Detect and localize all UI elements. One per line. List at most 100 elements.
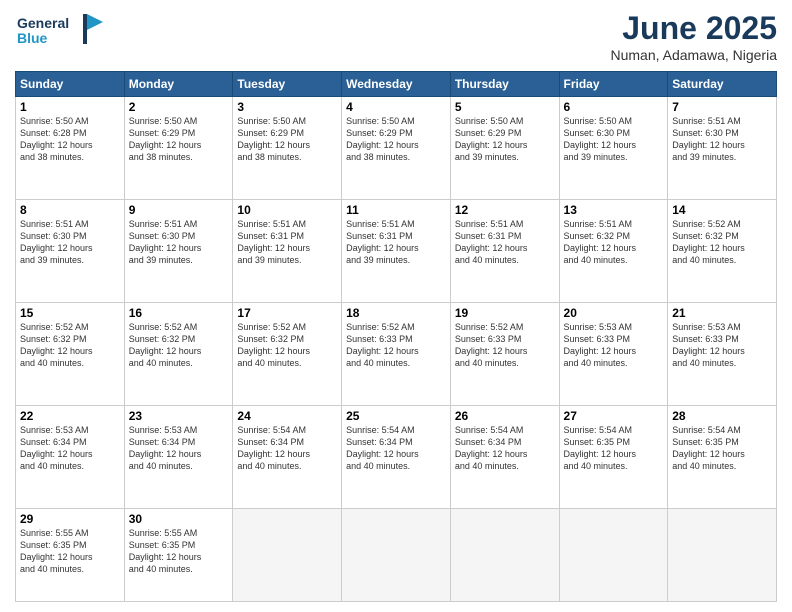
day-number: 8 <box>20 203 120 217</box>
day-detail: Sunrise: 5:51 AM Sunset: 6:30 PM Dayligh… <box>20 218 120 267</box>
calendar-cell: 11Sunrise: 5:51 AM Sunset: 6:31 PM Dayli… <box>342 199 451 302</box>
calendar-cell: 29Sunrise: 5:55 AM Sunset: 6:35 PM Dayli… <box>16 508 125 601</box>
calendar-cell <box>668 508 777 601</box>
calendar-cell: 8Sunrise: 5:51 AM Sunset: 6:30 PM Daylig… <box>16 199 125 302</box>
day-detail: Sunrise: 5:52 AM Sunset: 6:32 PM Dayligh… <box>237 321 337 370</box>
day-number: 7 <box>672 100 772 114</box>
day-detail: Sunrise: 5:50 AM Sunset: 6:30 PM Dayligh… <box>564 115 664 164</box>
calendar-cell: 28Sunrise: 5:54 AM Sunset: 6:35 PM Dayli… <box>668 405 777 508</box>
header-wednesday: Wednesday <box>342 72 451 97</box>
week-row-4: 22Sunrise: 5:53 AM Sunset: 6:34 PM Dayli… <box>16 405 777 508</box>
day-detail: Sunrise: 5:55 AM Sunset: 6:35 PM Dayligh… <box>20 527 120 576</box>
day-number: 20 <box>564 306 664 320</box>
day-number: 9 <box>129 203 229 217</box>
day-detail: Sunrise: 5:55 AM Sunset: 6:35 PM Dayligh… <box>129 527 229 576</box>
header-monday: Monday <box>124 72 233 97</box>
calendar-cell: 16Sunrise: 5:52 AM Sunset: 6:32 PM Dayli… <box>124 302 233 405</box>
day-detail: Sunrise: 5:51 AM Sunset: 6:31 PM Dayligh… <box>237 218 337 267</box>
day-detail: Sunrise: 5:52 AM Sunset: 6:33 PM Dayligh… <box>455 321 555 370</box>
day-detail: Sunrise: 5:54 AM Sunset: 6:35 PM Dayligh… <box>564 424 664 473</box>
calendar-cell: 2Sunrise: 5:50 AM Sunset: 6:29 PM Daylig… <box>124 97 233 200</box>
day-number: 21 <box>672 306 772 320</box>
day-number: 26 <box>455 409 555 423</box>
day-detail: Sunrise: 5:54 AM Sunset: 6:35 PM Dayligh… <box>672 424 772 473</box>
day-detail: Sunrise: 5:51 AM Sunset: 6:30 PM Dayligh… <box>672 115 772 164</box>
calendar-cell: 23Sunrise: 5:53 AM Sunset: 6:34 PM Dayli… <box>124 405 233 508</box>
week-row-2: 8Sunrise: 5:51 AM Sunset: 6:30 PM Daylig… <box>16 199 777 302</box>
calendar-cell: 17Sunrise: 5:52 AM Sunset: 6:32 PM Dayli… <box>233 302 342 405</box>
title-block: June 2025 Numan, Adamawa, Nigeria <box>610 10 777 63</box>
day-detail: Sunrise: 5:52 AM Sunset: 6:32 PM Dayligh… <box>20 321 120 370</box>
day-number: 16 <box>129 306 229 320</box>
day-number: 6 <box>564 100 664 114</box>
calendar-cell: 3Sunrise: 5:50 AM Sunset: 6:29 PM Daylig… <box>233 97 342 200</box>
calendar-cell: 9Sunrise: 5:51 AM Sunset: 6:30 PM Daylig… <box>124 199 233 302</box>
svg-text:Blue: Blue <box>17 30 48 46</box>
calendar-cell: 1Sunrise: 5:50 AM Sunset: 6:28 PM Daylig… <box>16 97 125 200</box>
header-saturday: Saturday <box>668 72 777 97</box>
calendar-cell <box>233 508 342 601</box>
week-row-3: 15Sunrise: 5:52 AM Sunset: 6:32 PM Dayli… <box>16 302 777 405</box>
calendar-cell <box>342 508 451 601</box>
day-number: 3 <box>237 100 337 114</box>
day-detail: Sunrise: 5:51 AM Sunset: 6:31 PM Dayligh… <box>455 218 555 267</box>
day-number: 4 <box>346 100 446 114</box>
calendar-cell: 5Sunrise: 5:50 AM Sunset: 6:29 PM Daylig… <box>450 97 559 200</box>
calendar-cell: 15Sunrise: 5:52 AM Sunset: 6:32 PM Dayli… <box>16 302 125 405</box>
day-detail: Sunrise: 5:52 AM Sunset: 6:32 PM Dayligh… <box>672 218 772 267</box>
day-detail: Sunrise: 5:53 AM Sunset: 6:33 PM Dayligh… <box>672 321 772 370</box>
day-detail: Sunrise: 5:54 AM Sunset: 6:34 PM Dayligh… <box>346 424 446 473</box>
calendar-cell: 27Sunrise: 5:54 AM Sunset: 6:35 PM Dayli… <box>559 405 668 508</box>
header-tuesday: Tuesday <box>233 72 342 97</box>
page: General Blue June 2025 Numan, Adamawa, N… <box>0 0 792 612</box>
calendar-cell: 25Sunrise: 5:54 AM Sunset: 6:34 PM Dayli… <box>342 405 451 508</box>
day-number: 19 <box>455 306 555 320</box>
day-detail: Sunrise: 5:53 AM Sunset: 6:33 PM Dayligh… <box>564 321 664 370</box>
day-detail: Sunrise: 5:53 AM Sunset: 6:34 PM Dayligh… <box>20 424 120 473</box>
day-detail: Sunrise: 5:52 AM Sunset: 6:32 PM Dayligh… <box>129 321 229 370</box>
day-number: 28 <box>672 409 772 423</box>
day-number: 15 <box>20 306 120 320</box>
month-year: June 2025 <box>610 10 777 47</box>
day-number: 1 <box>20 100 120 114</box>
calendar-cell: 18Sunrise: 5:52 AM Sunset: 6:33 PM Dayli… <box>342 302 451 405</box>
day-number: 23 <box>129 409 229 423</box>
day-detail: Sunrise: 5:50 AM Sunset: 6:29 PM Dayligh… <box>346 115 446 164</box>
calendar-cell: 20Sunrise: 5:53 AM Sunset: 6:33 PM Dayli… <box>559 302 668 405</box>
calendar-cell: 22Sunrise: 5:53 AM Sunset: 6:34 PM Dayli… <box>16 405 125 508</box>
day-number: 10 <box>237 203 337 217</box>
day-number: 11 <box>346 203 446 217</box>
day-number: 22 <box>20 409 120 423</box>
svg-text:General: General <box>17 15 69 31</box>
day-number: 13 <box>564 203 664 217</box>
calendar-cell: 21Sunrise: 5:53 AM Sunset: 6:33 PM Dayli… <box>668 302 777 405</box>
day-detail: Sunrise: 5:53 AM Sunset: 6:34 PM Dayligh… <box>129 424 229 473</box>
day-detail: Sunrise: 5:50 AM Sunset: 6:29 PM Dayligh… <box>129 115 229 164</box>
day-number: 24 <box>237 409 337 423</box>
week-row-5: 29Sunrise: 5:55 AM Sunset: 6:35 PM Dayli… <box>16 508 777 601</box>
day-detail: Sunrise: 5:50 AM Sunset: 6:29 PM Dayligh… <box>455 115 555 164</box>
calendar-cell: 4Sunrise: 5:50 AM Sunset: 6:29 PM Daylig… <box>342 97 451 200</box>
day-detail: Sunrise: 5:54 AM Sunset: 6:34 PM Dayligh… <box>455 424 555 473</box>
day-number: 18 <box>346 306 446 320</box>
calendar-cell: 12Sunrise: 5:51 AM Sunset: 6:31 PM Dayli… <box>450 199 559 302</box>
calendar-cell: 24Sunrise: 5:54 AM Sunset: 6:34 PM Dayli… <box>233 405 342 508</box>
day-number: 17 <box>237 306 337 320</box>
header-friday: Friday <box>559 72 668 97</box>
day-detail: Sunrise: 5:51 AM Sunset: 6:32 PM Dayligh… <box>564 218 664 267</box>
day-detail: Sunrise: 5:52 AM Sunset: 6:33 PM Dayligh… <box>346 321 446 370</box>
header-sunday: Sunday <box>16 72 125 97</box>
day-detail: Sunrise: 5:54 AM Sunset: 6:34 PM Dayligh… <box>237 424 337 473</box>
day-detail: Sunrise: 5:51 AM Sunset: 6:31 PM Dayligh… <box>346 218 446 267</box>
calendar-cell <box>450 508 559 601</box>
calendar-cell: 7Sunrise: 5:51 AM Sunset: 6:30 PM Daylig… <box>668 97 777 200</box>
calendar-cell: 30Sunrise: 5:55 AM Sunset: 6:35 PM Dayli… <box>124 508 233 601</box>
calendar-cell <box>559 508 668 601</box>
day-detail: Sunrise: 5:50 AM Sunset: 6:29 PM Dayligh… <box>237 115 337 164</box>
calendar-table: Sunday Monday Tuesday Wednesday Thursday… <box>15 71 777 602</box>
calendar-cell: 6Sunrise: 5:50 AM Sunset: 6:30 PM Daylig… <box>559 97 668 200</box>
location: Numan, Adamawa, Nigeria <box>610 47 777 63</box>
day-number: 30 <box>129 512 229 526</box>
logo: General Blue <box>15 10 105 60</box>
day-number: 29 <box>20 512 120 526</box>
